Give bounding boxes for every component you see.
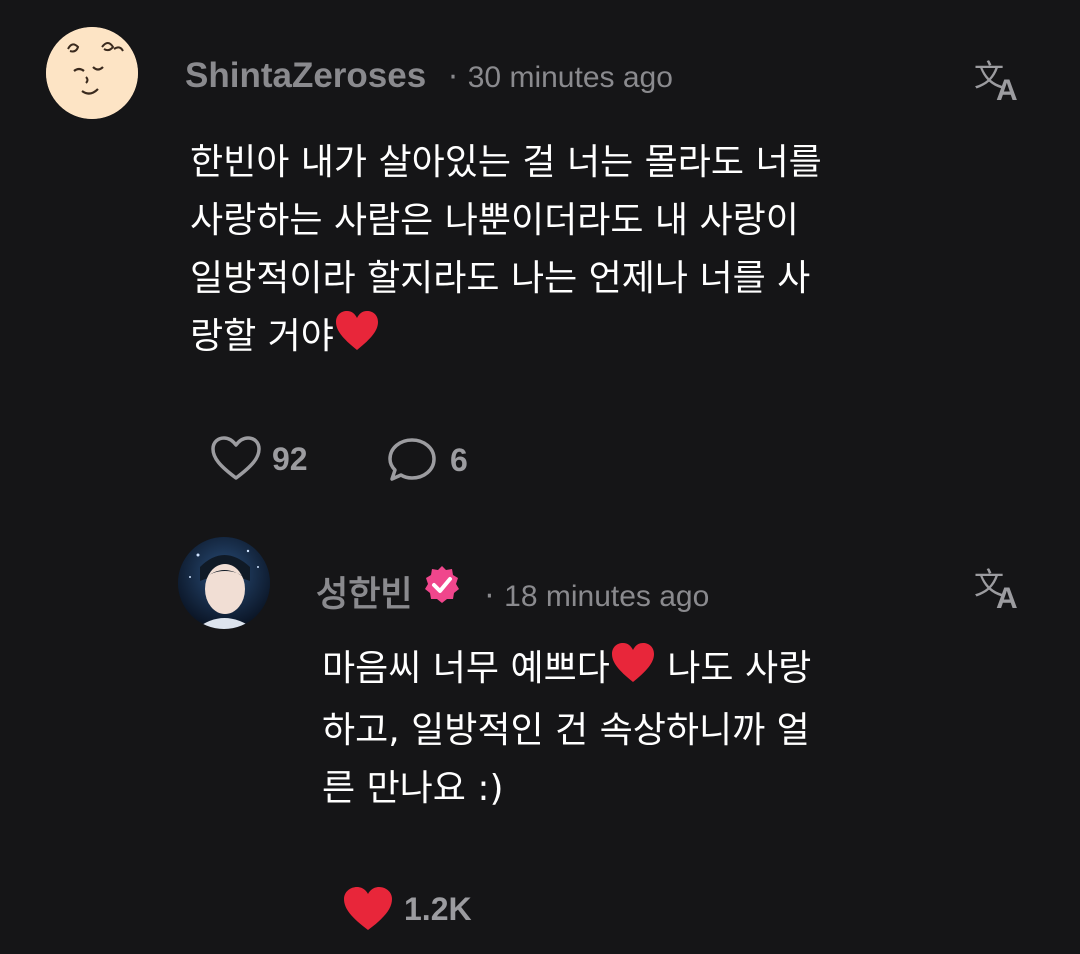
- reply-line: 하고, 일방적인 건 속상하니까 얼: [322, 710, 810, 751]
- replier-username[interactable]: 성한빈: [316, 566, 413, 617]
- reply-count: 6: [450, 441, 468, 478]
- comment-line: 사랑하는 사람은 나뿐이더라도 내 사랑이: [190, 200, 799, 241]
- reply-like-count: 1.2K: [404, 890, 472, 927]
- reply-body: 마음씨 너무 예쁘다 나도 사랑 하고, 일방적인 건 속상하니까 얼 른 만나…: [322, 640, 811, 818]
- comment-line-text: 랑할 거야: [190, 316, 334, 357]
- comment-line: 한빈아 내가 살아있는 걸 너는 몰라도 너를: [190, 142, 822, 183]
- translate-button[interactable]: 文 A: [972, 564, 1028, 615]
- heart-filled-icon: [344, 887, 392, 930]
- translate-button[interactable]: 文 A: [972, 56, 1028, 107]
- like-button[interactable]: 92: [210, 436, 308, 482]
- reply-line: 른 만나요 :): [322, 768, 504, 809]
- comment-line: 일방적이라 할지라도 나는 언제나 너를 사: [190, 258, 811, 299]
- heart-outline-icon: [211, 436, 261, 480]
- red-heart-emoji-icon: [610, 642, 656, 702]
- comment-body: 한빈아 내가 살아있는 걸 너는 몰라도 너를 사랑하는 사람은 나뿐이더라도 …: [190, 134, 822, 370]
- commenter-username[interactable]: ShintaZeroses: [185, 56, 426, 96]
- comment-line-last: 랑할 거야: [190, 308, 822, 370]
- verified-badge-icon: [421, 564, 463, 610]
- reply-header: 성한빈 · 18 minutes ago: [316, 564, 709, 617]
- like-count: 92: [272, 440, 308, 477]
- speech-bubble-icon: [388, 438, 436, 481]
- commenter-avatar[interactable]: [46, 27, 138, 119]
- header-separator: ·: [484, 579, 495, 614]
- reply-line-text: 마음씨 너무 예쁘다: [322, 648, 610, 689]
- reply-timestamp: 18 minutes ago: [504, 580, 710, 613]
- comment-header: ShintaZeroses · 30 minutes ago: [185, 56, 673, 96]
- header-separator: ·: [448, 60, 458, 95]
- reply-line-first: 마음씨 너무 예쁘다 나도 사랑: [322, 640, 811, 702]
- red-heart-emoji-icon: [334, 310, 380, 370]
- svg-text:A: A: [996, 74, 1018, 102]
- reply-button[interactable]: 6: [388, 436, 468, 484]
- profile-photo-avatar: [178, 537, 270, 629]
- comment-timestamp: 30 minutes ago: [467, 61, 673, 94]
- replier-avatar[interactable]: [178, 537, 270, 629]
- smiling-face-icon: [46, 27, 138, 119]
- translate-icon: 文 A: [974, 567, 1018, 615]
- reply-like-button[interactable]: 1.2K: [342, 886, 472, 932]
- translate-icon: 文 A: [974, 59, 1018, 107]
- reply-line-text: 나도 사랑: [655, 648, 812, 689]
- svg-text:A: A: [996, 582, 1018, 610]
